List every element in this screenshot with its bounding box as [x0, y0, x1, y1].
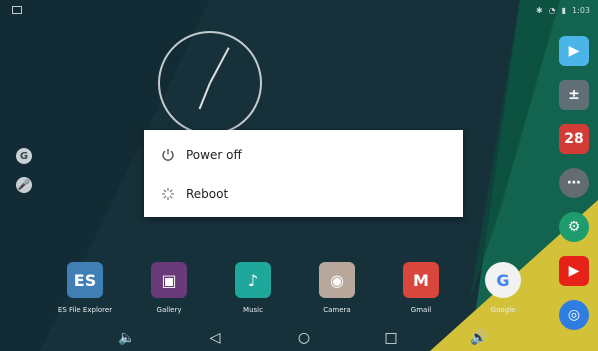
clock-hour-hand	[198, 82, 211, 110]
calculator-icon[interactable]: ±	[559, 80, 589, 110]
reboot-label: Reboot	[186, 187, 229, 201]
reboot-option[interactable]: Reboot	[144, 175, 463, 213]
google-icon: G	[485, 262, 521, 298]
all-apps-icon[interactable]: ⋯	[559, 168, 589, 198]
settings-icon[interactable]: ⚙	[559, 212, 589, 242]
dock-app-gmail[interactable]: M Gmail	[386, 262, 456, 314]
power-off-label: Power off	[186, 148, 242, 162]
app-label: Gallery	[156, 306, 182, 314]
gmail-icon: M	[403, 262, 439, 298]
android-screen: ✱ ◔ ▮ 1:03 G 🎤 ▶ ±28 ⋯ ⚙ ▶ ◎ ES ES File Explore…	[0, 0, 598, 351]
app-dock: ES ES File Explorer ▣ Gallery ♪ Music ◉ Camera M…	[0, 262, 598, 322]
calendar-icon[interactable]: 28	[559, 124, 589, 154]
app-label: Music	[243, 306, 263, 314]
app-label: Camera	[323, 306, 351, 314]
google-search-icon[interactable]: G	[16, 148, 32, 164]
play-store-icon[interactable]: ▶	[559, 36, 589, 66]
volume-up-icon[interactable]: 🔊	[469, 329, 489, 347]
app-label: ES File Explorer	[57, 306, 113, 314]
home-icon[interactable]: ○	[294, 329, 314, 347]
camera-icon: ◉	[319, 262, 355, 298]
dock-app-camera[interactable]: ◉ Camera	[302, 262, 372, 314]
navigation-bar: 🔈 ◁ ○ □ 🔊	[0, 324, 598, 351]
power-off-option[interactable]: Power off	[144, 136, 463, 174]
power-menu-dialog: Power off Reboot	[144, 130, 463, 217]
app-label: Google	[490, 306, 516, 314]
analog-clock-widget[interactable]	[158, 31, 262, 135]
gallery-icon: ▣	[151, 262, 187, 298]
dock-app-gallery[interactable]: ▣ Gallery	[134, 262, 204, 314]
screenshot-icon	[12, 6, 22, 14]
wifi-icon: ◔	[548, 6, 556, 15]
es-file-explorer-icon: ES	[67, 262, 103, 298]
dock-app-es-file-explorer[interactable]: ES ES File Explorer	[50, 262, 120, 314]
clock-minute-hand	[209, 47, 230, 84]
battery-icon: ▮	[561, 6, 567, 15]
app-label: Gmail	[410, 306, 432, 314]
microphone-icon[interactable]: 🎤	[16, 177, 32, 193]
status-time: 1:03	[572, 6, 590, 15]
music-icon: ♪	[235, 262, 271, 298]
status-bar: ✱ ◔ ▮ 1:03	[0, 0, 598, 22]
bluetooth-icon: ✱	[535, 6, 543, 15]
dock-app-google[interactable]: G Google	[468, 262, 538, 314]
dock-app-music[interactable]: ♪ Music	[218, 262, 288, 314]
left-side-icons: G 🎤	[16, 148, 32, 206]
recents-icon[interactable]: □	[381, 329, 401, 347]
power-icon	[158, 145, 178, 165]
back-icon[interactable]: ◁	[205, 329, 225, 347]
reboot-icon	[158, 184, 178, 204]
volume-down-icon[interactable]: 🔈	[117, 329, 137, 347]
